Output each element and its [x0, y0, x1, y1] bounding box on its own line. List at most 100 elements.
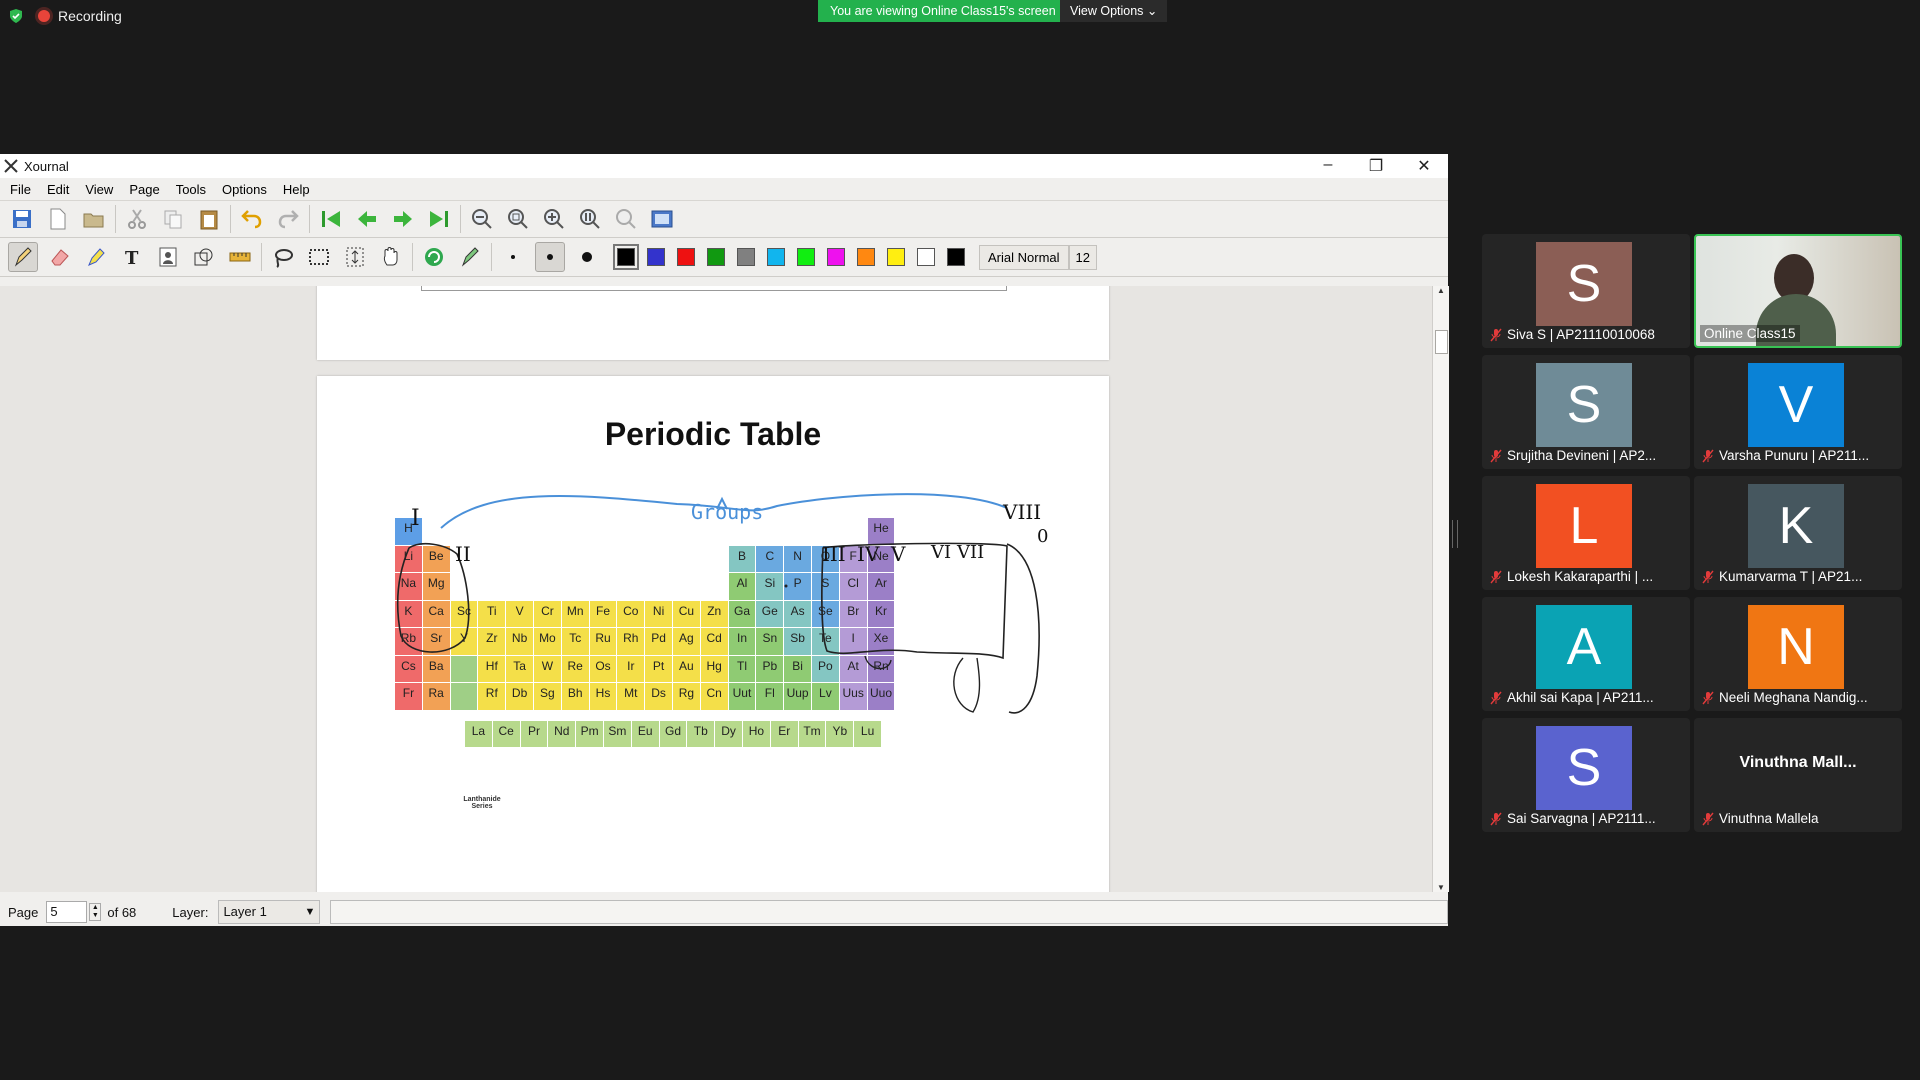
rect-select-button[interactable]	[305, 243, 333, 271]
participant-tile[interactable]: S Siva S | AP21110010068	[1482, 234, 1690, 348]
color-swatch-10[interactable]	[917, 248, 935, 266]
scroll-up-icon[interactable]: ▲	[1433, 286, 1449, 295]
participant-tile[interactable]: S Sai Sarvagna | AP2111...	[1482, 718, 1690, 832]
vertical-space-button[interactable]	[341, 243, 369, 271]
vertical-scrollbar[interactable]: ▲ ▼	[1432, 286, 1449, 892]
color-swatch-0[interactable]	[613, 244, 639, 270]
menu-page[interactable]: Page	[129, 182, 159, 197]
eraser-tool-button[interactable]	[46, 243, 74, 271]
close-window-button[interactable]: ✕	[1400, 156, 1448, 176]
save-button[interactable]	[8, 205, 36, 233]
cut-button[interactable]	[123, 205, 151, 233]
zoom-out-button[interactable]	[468, 205, 496, 233]
default-pen-icon	[461, 247, 479, 267]
highlighter-tool-button[interactable]	[82, 243, 110, 271]
color-swatch-4[interactable]	[737, 248, 755, 266]
viewing-banner: You are viewing Online Class15's screen	[818, 0, 1068, 22]
muted-mic-icon	[1702, 691, 1714, 704]
menu-tools[interactable]: Tools	[176, 182, 206, 197]
participant-tile[interactable]: S Srujitha Devineni | AP2...	[1482, 355, 1690, 469]
first-page-button[interactable]	[317, 205, 345, 233]
lasso-icon	[275, 249, 293, 268]
font-selector[interactable]: Arial Normal	[979, 244, 1069, 270]
zoom-100-button[interactable]	[576, 205, 604, 233]
fullscreen-button[interactable]	[648, 205, 676, 233]
color-swatch-5[interactable]	[767, 248, 785, 266]
muted-mic-icon	[1702, 570, 1714, 583]
toolbar-separator	[491, 243, 492, 271]
participant-tile[interactable]: N Neeli Meghana Nandig...	[1694, 597, 1902, 711]
avatar-initial: S	[1566, 255, 1602, 313]
image-icon	[159, 247, 177, 267]
ruler-tool-button[interactable]	[226, 243, 254, 271]
dot-medium-icon	[547, 254, 553, 260]
font-size-selector[interactable]: 12	[1068, 244, 1097, 270]
image-tool-button[interactable]	[154, 243, 182, 271]
lasso-select-button[interactable]	[269, 243, 297, 271]
previous-page-button[interactable]	[353, 205, 381, 233]
rect-select-icon	[309, 249, 329, 265]
shape-recognizer-button[interactable]	[420, 243, 448, 271]
annotation-group-4: IV	[857, 542, 880, 566]
zoom-page-button[interactable]	[612, 205, 640, 233]
undo-button[interactable]	[238, 205, 266, 233]
maximize-button[interactable]: ❐	[1352, 156, 1400, 176]
color-swatch-7[interactable]	[827, 248, 845, 266]
recording-indicator[interactable]: Recording	[8, 8, 122, 24]
zoom-out-icon	[472, 209, 492, 229]
panel-splitter[interactable]	[1452, 520, 1458, 548]
participant-tile[interactable]: L Lokesh Kakaraparthi | ...	[1482, 476, 1690, 590]
participant-tile[interactable]: K Kumarvarma T | AP21...	[1694, 476, 1902, 590]
pen-tool-button[interactable]	[8, 242, 38, 272]
open-button[interactable]	[80, 205, 108, 233]
avatar: N	[1748, 605, 1844, 689]
paste-button[interactable]	[195, 205, 223, 233]
zoom-fit-button[interactable]	[504, 205, 532, 233]
participant-name: Sai Sarvagna | AP2111...	[1507, 811, 1656, 826]
participant-name: Neeli Meghana Nandig...	[1719, 690, 1868, 705]
color-swatch-9[interactable]	[887, 248, 905, 266]
thickness-thick-button[interactable]	[573, 243, 601, 271]
participant-name-row: Sai Sarvagna | AP2111...	[1490, 811, 1686, 826]
participant-tile[interactable]: Vinuthna Mall... Vinuthna Mallela	[1694, 718, 1902, 832]
color-swatch-6[interactable]	[797, 248, 815, 266]
color-swatch-1[interactable]	[647, 248, 665, 266]
menu-edit[interactable]: Edit	[47, 182, 69, 197]
copy-button[interactable]	[159, 205, 187, 233]
redo-button[interactable]	[274, 205, 302, 233]
menu-view[interactable]: View	[85, 182, 113, 197]
color-swatch-2[interactable]	[677, 248, 695, 266]
shape-tool-button[interactable]	[190, 243, 218, 271]
menu-help[interactable]: Help	[283, 182, 310, 197]
participant-name-row: Kumarvarma T | AP21...	[1702, 569, 1898, 584]
new-page-button[interactable]	[44, 205, 72, 233]
document-canvas[interactable]: Periodic Table H He Li Be B C N O F Ne Na Mg Al Si P S C…	[0, 286, 1432, 892]
color-swatch-8[interactable]	[857, 248, 875, 266]
zoom-in-button[interactable]	[540, 205, 568, 233]
menu-file[interactable]: File	[10, 182, 31, 197]
scrollbar-thumb[interactable]	[1435, 330, 1448, 354]
next-page-button[interactable]	[389, 205, 417, 233]
minimize-button[interactable]: –	[1304, 156, 1352, 176]
hand-tool-button[interactable]	[377, 243, 405, 271]
next-page-icon	[394, 211, 412, 227]
layer-selector[interactable]: Layer 1	[218, 900, 321, 924]
page-spinner-icon[interactable]: ▲ ▼	[89, 903, 102, 921]
last-page-button[interactable]	[425, 205, 453, 233]
last-page-icon	[430, 211, 448, 227]
color-swatch-3[interactable]	[707, 248, 725, 266]
page-number-input[interactable]: 5	[46, 901, 88, 923]
menu-options[interactable]: Options	[222, 182, 267, 197]
cut-icon	[128, 209, 146, 229]
thickness-fine-button[interactable]	[499, 243, 527, 271]
scroll-down-icon[interactable]: ▼	[1433, 883, 1449, 892]
view-options-button[interactable]: View Options ⌄	[1060, 0, 1168, 22]
thickness-medium-button[interactable]	[535, 242, 565, 272]
participant-tile[interactable]: Online Class15	[1694, 234, 1902, 348]
save-icon	[13, 210, 31, 228]
participant-tile[interactable]: A Akhil sai Kapa | AP211...	[1482, 597, 1690, 711]
participant-tile[interactable]: V Varsha Punuru | AP211...	[1694, 355, 1902, 469]
text-tool-button[interactable]: T	[118, 243, 146, 271]
color-swatch-11[interactable]	[947, 248, 965, 266]
default-pen-button[interactable]	[456, 243, 484, 271]
